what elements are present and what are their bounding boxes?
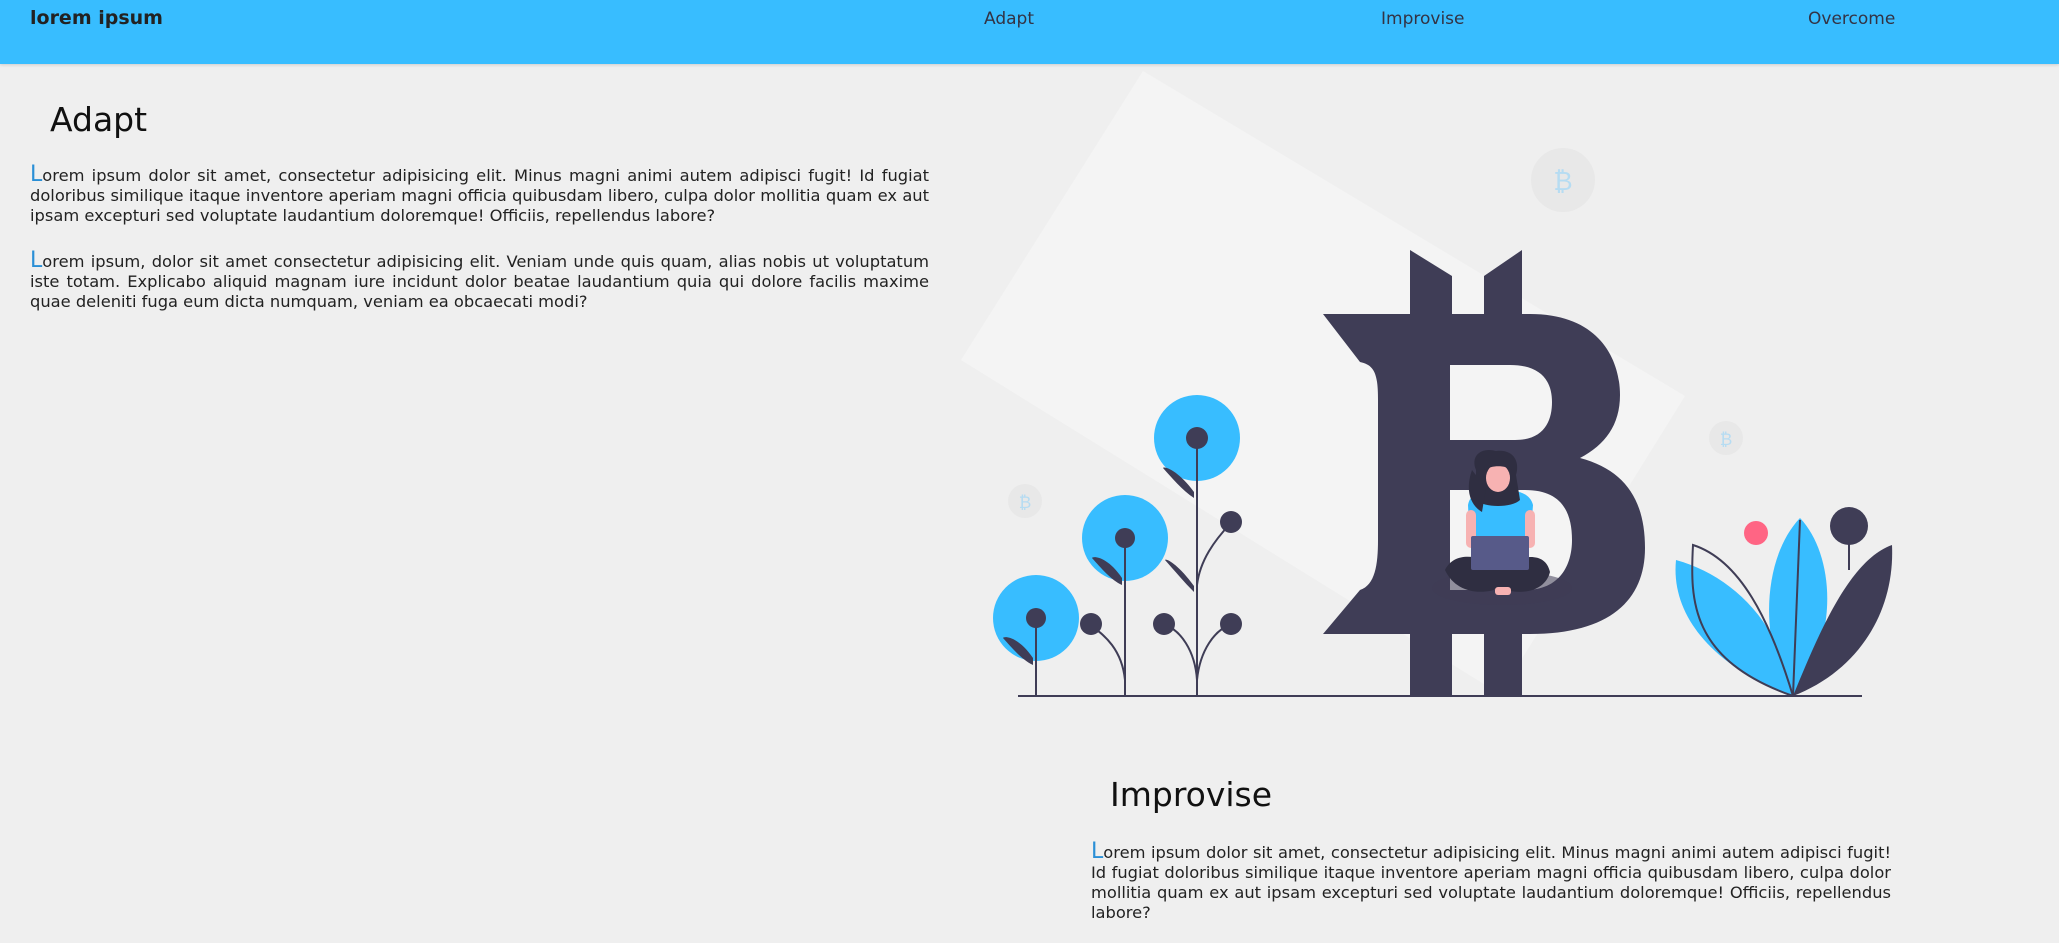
dropcap-letter: L: [30, 248, 43, 273]
bitcoin-illustration: ₿ ₿ ₿: [961, 71, 1893, 697]
nav-link-adapt[interactable]: Adapt: [984, 9, 1034, 29]
floating-coin-large: ₿: [1531, 148, 1595, 212]
paragraph-text: orem ipsum dolor sit amet, consectetur a…: [30, 166, 929, 225]
dropcap-letter: L: [30, 162, 43, 187]
improvise-paragraph-1: Lorem ipsum dolor sit amet, consectetur …: [1091, 841, 1891, 923]
adapt-heading: Adapt: [50, 100, 148, 139]
paragraph-text: orem ipsum, dolor sit amet consectetur a…: [30, 252, 929, 311]
dropcap-letter: L: [1091, 839, 1104, 864]
floating-coin-small: ₿: [1008, 484, 1042, 518]
floating-coin-medium: ₿: [1709, 421, 1743, 455]
leaf-plant: [1675, 507, 1893, 697]
svg-text:₿: ₿: [1553, 167, 1572, 197]
paragraph-text: orem ipsum dolor sit amet, consectetur a…: [1091, 843, 1891, 922]
brand-logo[interactable]: lorem ipsum: [30, 7, 163, 29]
improvise-heading: Improvise: [1110, 775, 1273, 814]
svg-text:₿: ₿: [1720, 430, 1733, 450]
nav-link-overcome[interactable]: Overcome: [1808, 9, 1895, 29]
svg-text:₿: ₿: [1019, 493, 1032, 513]
top-navbar: lorem ipsum Adapt Improvise Overcome: [0, 0, 2059, 64]
nav-link-improvise[interactable]: Improvise: [1381, 9, 1464, 29]
adapt-paragraph-2: Lorem ipsum, dolor sit amet consectetur …: [30, 250, 929, 312]
adapt-paragraph-1: Lorem ipsum dolor sit amet, consectetur …: [30, 164, 929, 226]
